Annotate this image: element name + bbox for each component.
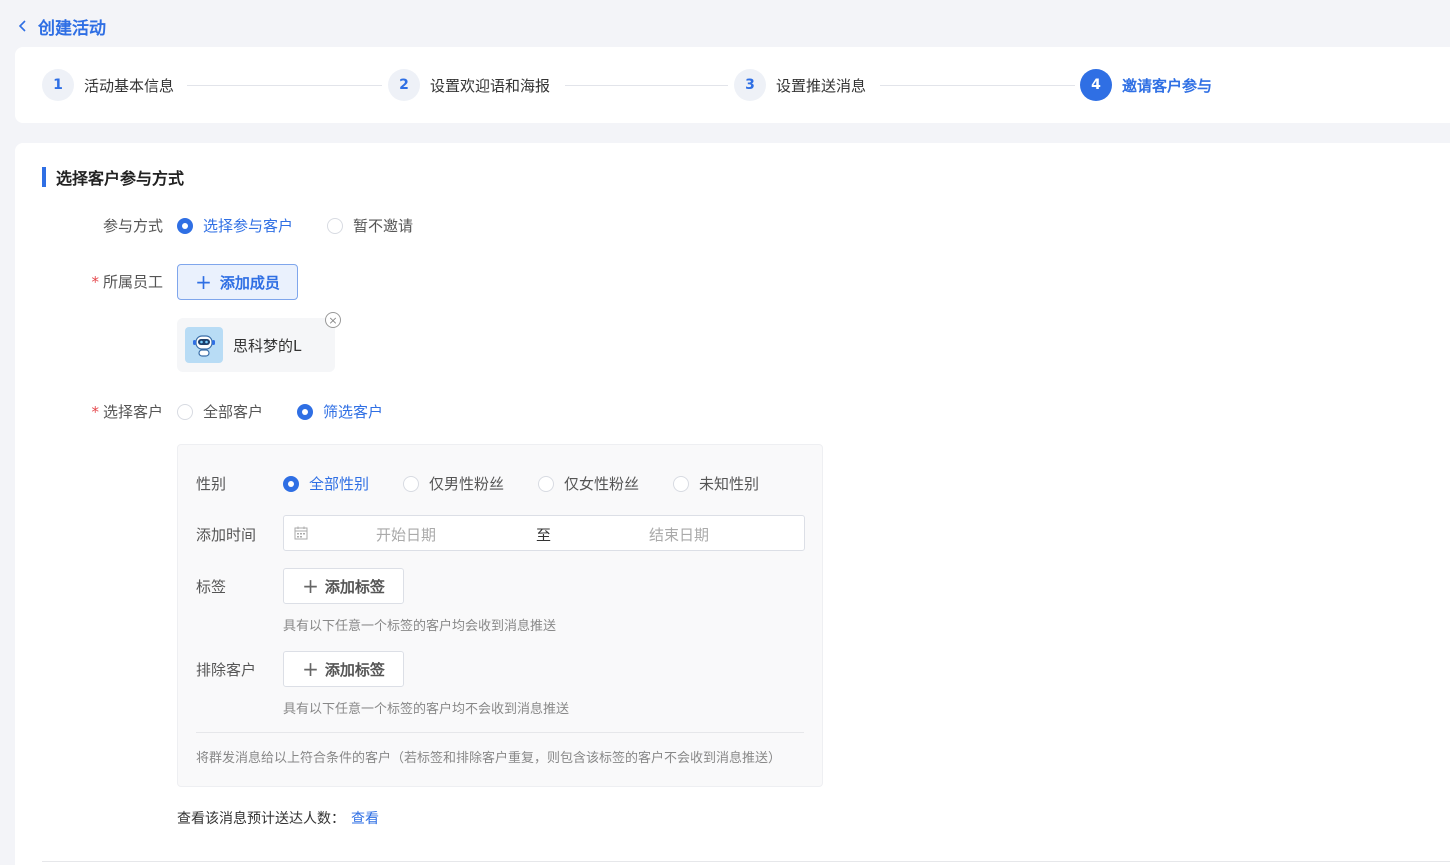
form-card: 选择客户参与方式 参与方式 选择参与客户 暂不邀请 *所属员工 + 添加成员	[15, 143, 1450, 865]
step-number: 3	[734, 69, 766, 101]
radio-dot	[327, 217, 344, 234]
radio-all-customers[interactable]: 全部客户	[177, 401, 263, 422]
tags-hint: 具有以下任意一个标签的客户均会收到消息推送	[283, 619, 557, 634]
section-accent-bar	[42, 167, 46, 187]
plus-icon: +	[195, 270, 212, 294]
divider	[196, 732, 804, 733]
plus-icon: +	[302, 657, 319, 681]
radio-gender-male[interactable]: 仅男性粉丝	[403, 473, 504, 494]
view-link[interactable]: 查看	[351, 811, 379, 827]
back-link[interactable]: 创建活动	[16, 14, 106, 39]
recipient-preview: 查看该消息预计送达人数： 查看	[177, 811, 379, 827]
participation-radio-group: 选择参与客户 暂不邀请	[177, 215, 413, 236]
add-exclude-tag-button[interactable]: + 添加标签	[283, 651, 404, 687]
exclude-hint: 具有以下任意一个标签的客户均不会收到消息推送	[283, 702, 570, 717]
robot-avatar-icon	[185, 327, 223, 363]
step-label: 设置推送消息	[776, 76, 867, 95]
radio-dot	[283, 475, 299, 492]
staff-label: * 所属员工	[91, 273, 163, 291]
step-4[interactable]: 4 邀请客户参与	[1080, 69, 1212, 101]
required-mark: *	[91, 273, 99, 291]
radio-dot	[403, 475, 420, 492]
customers-radio-group: 全部客户 筛选客户	[177, 401, 383, 422]
gender-label: 性别	[196, 475, 227, 493]
radio-gender-female[interactable]: 仅女性粉丝	[538, 473, 639, 494]
step-1[interactable]: 1 活动基本信息	[42, 69, 174, 101]
exclude-label: 排除客户	[196, 661, 257, 679]
calendar-icon	[294, 526, 308, 540]
date-separator: 至	[536, 526, 552, 544]
end-date-input[interactable]: 结束日期	[649, 524, 709, 545]
gender-radio-group: 全部性别 仅男性粉丝 仅女性粉丝 未知性别	[283, 473, 759, 494]
chevron-left-icon	[18, 20, 26, 32]
member-chip: 思科梦的L ×	[177, 312, 341, 372]
step-label: 活动基本信息	[84, 76, 175, 95]
tags-label: 标签	[196, 578, 227, 596]
radio-select-customers[interactable]: 选择参与客户	[177, 215, 293, 236]
required-mark: *	[91, 403, 99, 421]
customers-label: * 选择客户	[91, 403, 163, 421]
steps-bar: 1 活动基本信息 2 设置欢迎语和海报 3 设置推送消息 4 邀请客户参与	[15, 47, 1450, 123]
add-member-button[interactable]: + 添加成员	[177, 264, 298, 300]
step-connector	[565, 85, 728, 86]
radio-dot	[177, 403, 193, 420]
plus-icon: +	[302, 574, 319, 598]
customer-filter-panel: 性别 全部性别 仅男性粉丝 仅女性粉丝 未知性别 添加时间 开始日期 至 结束日…	[177, 444, 823, 787]
participation-label: 参与方式	[102, 217, 163, 235]
add-tag-button[interactable]: + 添加标签	[283, 568, 404, 604]
step-number: 2	[388, 69, 420, 101]
step-2[interactable]: 2 设置欢迎语和海报	[388, 69, 550, 101]
filter-footnote: 将群发消息给以上符合条件的客户（若标签和排除客户重复，则包含该标签的客户不会收到…	[196, 751, 782, 766]
section-title: 选择客户参与方式	[56, 169, 185, 188]
remove-member-icon[interactable]: ×	[325, 312, 341, 328]
section-heading: 选择客户参与方式	[42, 167, 185, 188]
page-title: 创建活动	[38, 18, 106, 39]
radio-filter-customers[interactable]: 筛选客户	[297, 401, 383, 422]
start-date-input[interactable]: 开始日期	[376, 524, 436, 545]
radio-no-invite[interactable]: 暂不邀请	[327, 215, 413, 236]
step-label: 邀请客户参与	[1122, 76, 1213, 95]
step-number: 4	[1080, 69, 1112, 101]
member-name: 思科梦的L	[233, 336, 302, 355]
add-time-label: 添加时间	[196, 526, 257, 544]
divider	[42, 861, 1450, 862]
step-3[interactable]: 3 设置推送消息	[734, 69, 866, 101]
radio-dot	[673, 475, 690, 492]
radio-dot	[177, 217, 193, 234]
step-label: 设置欢迎语和海报	[430, 76, 551, 95]
step-connector	[187, 85, 382, 86]
radio-dot	[538, 475, 555, 492]
radio-dot	[297, 403, 314, 420]
date-range-picker[interactable]: 开始日期 至 结束日期	[283, 515, 805, 551]
step-connector	[880, 85, 1075, 86]
radio-gender-unknown[interactable]: 未知性别	[673, 473, 759, 494]
radio-gender-all[interactable]: 全部性别	[283, 473, 369, 494]
step-number: 1	[42, 69, 74, 101]
